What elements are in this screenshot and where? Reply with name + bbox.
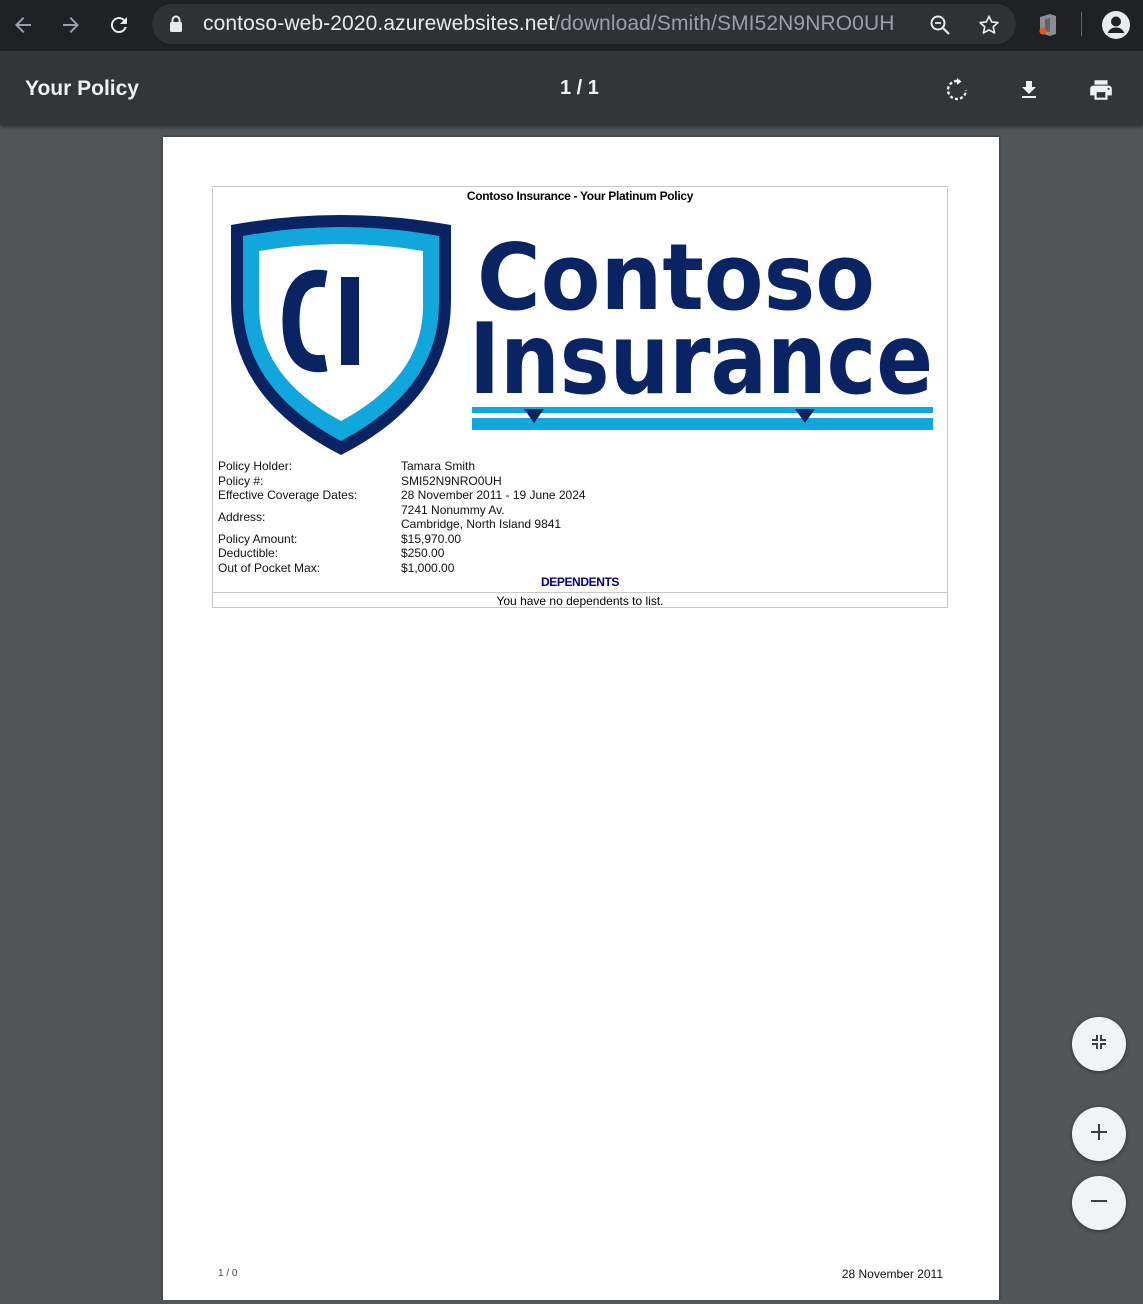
zoom-icon[interactable] bbox=[927, 12, 953, 38]
fit-page-button[interactable] bbox=[1072, 1017, 1126, 1071]
field-label: Policy Holder: bbox=[218, 459, 293, 473]
lock-icon[interactable] bbox=[169, 15, 183, 38]
dependents-heading: DEPENDENTS bbox=[540, 575, 619, 589]
pdf-page: Contoso Insurance - Your Platinum Policy… bbox=[163, 137, 999, 1304]
viewer-background bbox=[0, 1300, 1143, 1304]
toolbar-divider bbox=[1081, 12, 1082, 36]
forward-arrow-icon[interactable] bbox=[54, 8, 88, 42]
download-icon[interactable] bbox=[1011, 72, 1047, 108]
field-value: Tamara Smith bbox=[401, 459, 476, 473]
star-icon[interactable] bbox=[976, 12, 1002, 38]
field-label: Address: bbox=[218, 509, 266, 524]
field-value: 28 November 2011 - 19 June 2024 bbox=[401, 488, 586, 502]
dependents-message: You have no dependents to list. bbox=[496, 594, 664, 608]
url-path: /download/Smith/SMI52N9NRO0UH bbox=[554, 12, 895, 35]
divider bbox=[213, 592, 947, 593]
field-label: Policy #: bbox=[218, 473, 264, 488]
page-footer-number: 1 / 0 bbox=[218, 1268, 238, 1279]
pdf-toolbar: Your Policy 1 / 1 bbox=[0, 52, 1143, 125]
url-text: contoso-web-2020.azurewebsites.net/downl… bbox=[203, 12, 894, 36]
address-bar[interactable]: contoso-web-2020.azurewebsites.net/downl… bbox=[152, 4, 1016, 44]
office-extension-icon[interactable] bbox=[1031, 8, 1065, 42]
address-line-1: 7241 Nonummy Av. bbox=[401, 502, 505, 517]
fit-page-icon bbox=[1088, 1031, 1110, 1058]
field-value: $15,970.00 bbox=[401, 531, 462, 546]
zoom-out-button[interactable] bbox=[1072, 1176, 1126, 1230]
field-label: Policy Amount: bbox=[218, 531, 298, 546]
field-label: Out of Pocket Max: bbox=[218, 560, 321, 575]
policy-box: Contoso Insurance - Your Platinum Policy… bbox=[212, 186, 948, 608]
contoso-insurance-logo: Contoso Insurance bbox=[229, 209, 933, 464]
page-indicator[interactable]: 1 / 1 bbox=[560, 77, 599, 100]
profile-icon[interactable] bbox=[1099, 8, 1133, 42]
field-label: Effective Coverage Dates: bbox=[218, 488, 358, 502]
browser-toolbar: contoso-web-2020.azurewebsites.net/downl… bbox=[0, 0, 1143, 52]
rotate-icon[interactable] bbox=[939, 72, 975, 108]
page-footer-date: 28 November 2011 bbox=[841, 1267, 943, 1281]
zoom-in-button[interactable] bbox=[1072, 1107, 1126, 1161]
reload-icon[interactable] bbox=[102, 8, 136, 42]
document-title: Your Policy bbox=[25, 77, 139, 100]
field-value: $250.00 bbox=[401, 546, 445, 560]
url-host: contoso-web-2020.azurewebsites.net bbox=[203, 12, 555, 35]
field-value: SMI52N9NRO0UH bbox=[401, 473, 502, 488]
logo-word-insurance: Insurance bbox=[469, 303, 933, 417]
field-value: $1,000.00 bbox=[401, 560, 455, 575]
zoom-in-icon bbox=[1088, 1121, 1110, 1148]
back-arrow-icon[interactable] bbox=[6, 8, 40, 42]
zoom-out-icon bbox=[1088, 1190, 1110, 1217]
address-line-2: Cambridge, North Island 9841 bbox=[401, 517, 562, 531]
policy-header: Contoso Insurance - Your Platinum Policy bbox=[466, 189, 694, 203]
print-icon[interactable] bbox=[1083, 72, 1119, 108]
field-label: Deductible: bbox=[218, 546, 279, 560]
